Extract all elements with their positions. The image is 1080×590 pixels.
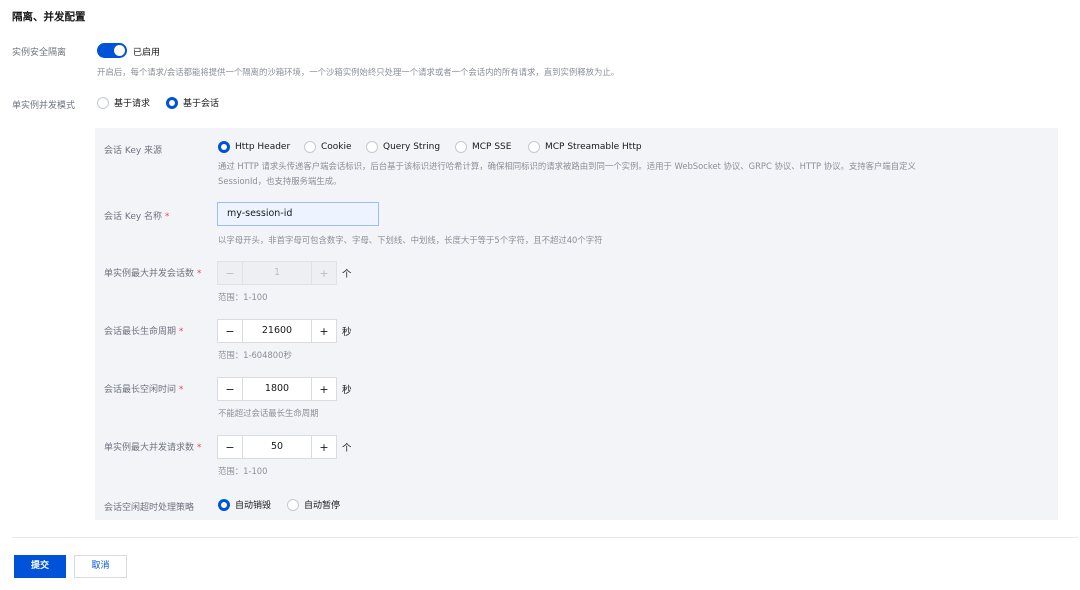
required-mark: *	[164, 212, 170, 222]
isolation-hint: 开启后，每个请求/会话都能将提供一个隔离的沙箱环境，一个沙箱实例始终只处理一个请…	[97, 67, 620, 77]
required-mark: *	[178, 327, 184, 337]
max-idle-stepper[interactable]: − 1800 +	[217, 377, 337, 401]
stepper-value[interactable]: 50	[243, 436, 311, 458]
label-text: 会话最长空闲时间	[104, 385, 177, 395]
isolation-switch[interactable]	[97, 43, 127, 58]
max-lifetime-stepper[interactable]: − 21600 +	[217, 319, 337, 343]
minus-icon[interactable]: −	[218, 262, 243, 284]
footer-divider	[12, 537, 1078, 538]
max-lifetime-label: 会话最长生命周期 *	[104, 324, 183, 337]
max-sessions-label: 单实例最大并发会话数 *	[104, 266, 201, 279]
radio-mcp-streamable-http[interactable]: MCP Streamable Http	[528, 141, 642, 153]
session-key-source-hint-2: SessionId，也支持服务端生成。	[218, 176, 342, 186]
session-key-name-input[interactable]: my-session-id	[217, 202, 379, 226]
radio-label: 自动暂停	[304, 501, 341, 511]
plus-icon[interactable]: +	[311, 436, 336, 458]
max-requests-label: 单实例最大并发请求数 *	[104, 440, 201, 453]
session-key-name-label: 会话 Key 名称 *	[104, 209, 169, 222]
max-lifetime-hint: 范围：1-604800秒	[218, 350, 292, 360]
radio-dot	[455, 141, 467, 153]
minus-icon[interactable]: −	[218, 436, 243, 458]
required-mark: *	[196, 443, 202, 453]
plus-icon[interactable]: +	[311, 262, 336, 284]
radio-dot-selected	[166, 96, 178, 109]
label-text: 单实例最大并发会话数	[104, 269, 195, 279]
stepper-value[interactable]: 1	[243, 262, 311, 284]
max-lifetime-unit: 秒	[342, 327, 352, 338]
radio-dot	[528, 141, 540, 153]
radio-dot	[287, 498, 299, 511]
submit-button[interactable]: 提交	[14, 555, 66, 578]
radio-query-string[interactable]: Query String	[366, 141, 440, 153]
required-mark: *	[196, 269, 202, 279]
minus-icon[interactable]: −	[218, 378, 243, 400]
radio-label: MCP Streamable Http	[545, 142, 642, 152]
max-sessions-unit: 个	[342, 269, 352, 280]
radio-label: 基于会话	[183, 99, 220, 109]
radio-label: Cookie	[321, 142, 352, 152]
radio-dot-selected	[218, 141, 230, 153]
radio-per-session[interactable]: 基于会话	[166, 96, 219, 109]
max-sessions-hint: 范围：1-100	[218, 292, 268, 302]
concurrency-mode-label: 单实例并发模式	[12, 101, 76, 111]
max-requests-unit: 个	[342, 443, 352, 454]
radio-label: MCP SSE	[472, 142, 512, 152]
radio-dot	[366, 141, 378, 153]
switch-knob	[114, 45, 125, 56]
session-key-source-label: 会话 Key 来源	[104, 146, 163, 156]
max-requests-stepper[interactable]: − 50 +	[217, 435, 337, 459]
radio-auto-destroy[interactable]: 自动销毁	[218, 498, 271, 511]
max-sessions-stepper[interactable]: − 1 +	[217, 261, 337, 285]
plus-icon[interactable]: +	[311, 320, 336, 342]
max-requests-hint: 范围：1-100	[218, 466, 268, 476]
radio-mcp-sse[interactable]: MCP SSE	[455, 141, 511, 153]
max-idle-label: 会话最长空闲时间 *	[104, 382, 183, 395]
radio-per-request[interactable]: 基于请求	[97, 96, 150, 109]
radio-label: Http Header	[235, 142, 291, 152]
section-title: 隔离、并发配置	[12, 11, 86, 23]
idle-timeout-policy-label: 会话空闲超时处理策略	[104, 503, 195, 513]
minus-icon[interactable]: −	[218, 320, 243, 342]
max-idle-hint: 不能超过会话最长生命周期	[218, 408, 319, 418]
required-mark: *	[178, 385, 184, 395]
radio-dot-selected	[218, 498, 230, 511]
radio-cookie[interactable]: Cookie	[304, 141, 352, 153]
isolation-label: 实例安全隔离	[12, 48, 67, 58]
session-key-source-hint: 通过 HTTP 请求头传递客户端会话标识，后台基于该标识进行哈希计算，确保相同标…	[218, 161, 916, 171]
label-text: 单实例最大并发请求数	[104, 443, 195, 453]
radio-label: 自动销毁	[235, 501, 272, 511]
radio-auto-pause[interactable]: 自动暂停	[287, 498, 340, 511]
radio-http-header[interactable]: Http Header	[218, 141, 290, 153]
label-text: 会话最长生命周期	[104, 327, 177, 337]
plus-icon[interactable]: +	[311, 378, 336, 400]
radio-dot	[304, 141, 316, 153]
label-text: 会话 Key 名称	[104, 212, 163, 222]
max-idle-unit: 秒	[342, 385, 352, 396]
radio-dot	[97, 96, 109, 109]
cancel-button[interactable]: 取消	[74, 555, 127, 578]
isolation-switch-text: 已启用	[133, 48, 161, 58]
session-key-name-hint: 以字母开头，非首字母可包含数字、字母、下划线、中划线，长度大于等于5个字符，且不…	[218, 235, 603, 245]
radio-label: 基于请求	[114, 99, 151, 109]
radio-label: Query String	[383, 142, 441, 152]
stepper-value[interactable]: 21600	[243, 320, 311, 342]
stepper-value[interactable]: 1800	[243, 378, 311, 400]
